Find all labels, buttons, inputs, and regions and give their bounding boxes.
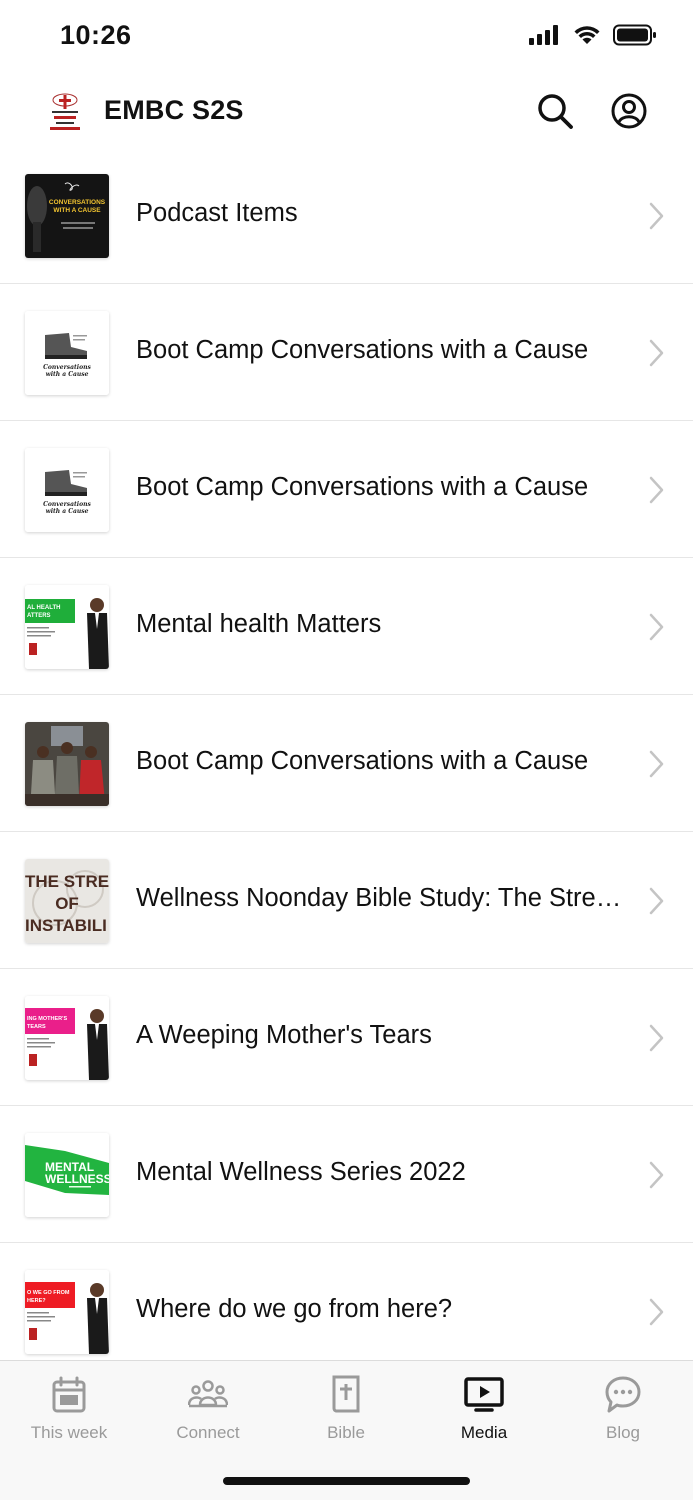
media-item-title: Mental Wellness Series 2022 — [136, 1158, 466, 1186]
svg-text:ING MOTHER'S: ING MOTHER'S — [27, 1016, 67, 1022]
wifi-icon — [574, 26, 600, 44]
media-list-item[interactable]: CONVERSATIONS WITH A CAUSE Podcast Items — [0, 147, 693, 284]
media-list-item[interactable]: ING MOTHER'S TEARS A Weeping Mother's Te… — [0, 969, 693, 1106]
tab-label: This week — [30, 1423, 108, 1442]
chevron-right-icon — [649, 1024, 664, 1052]
bible-icon — [332, 1375, 360, 1413]
chevron-right-icon — [649, 339, 664, 367]
svg-text:OF: OF — [55, 894, 79, 913]
group-photo-thumbnail — [25, 722, 109, 806]
chevron-right-icon — [649, 613, 664, 641]
app-header: EMBC S2S — [0, 76, 693, 148]
tab-label: Media — [460, 1423, 508, 1442]
status-time: 10:26 — [60, 20, 132, 50]
svg-text:THE STRE: THE STRE — [25, 872, 109, 891]
media-item-title: Podcast Items — [136, 199, 298, 227]
podcast-thumbnail: CONVERSATIONS WITH A CAUSE — [25, 174, 109, 258]
media-item-title: Mental health Matters — [136, 610, 382, 638]
tab-label: Bible — [327, 1423, 365, 1442]
media-item-title: Boot Camp Conversations with a Cause — [136, 336, 589, 364]
boot-camp-thumbnail: Conversations with a Cause — [25, 448, 109, 532]
app-title: EMBC S2S — [104, 95, 244, 125]
svg-text:WELLNESS: WELLNESS — [45, 1172, 109, 1186]
chevron-right-icon — [649, 1298, 664, 1326]
tab-connect[interactable]: Connect — [143, 1375, 273, 1455]
home-indicator[interactable] — [223, 1477, 470, 1485]
chevron-right-icon — [649, 1161, 664, 1189]
svg-text:Conversations: Conversations — [43, 501, 91, 508]
stress-of-instability-thumbnail: THE STRE OF INSTABILI — [25, 859, 109, 943]
tab-bible[interactable]: Bible — [281, 1375, 411, 1455]
search-icon[interactable] — [535, 91, 575, 131]
media-list-item[interactable]: Boot Camp Conversations with a Cause — [0, 695, 693, 832]
chevron-right-icon — [649, 887, 664, 915]
svg-text:with a Cause: with a Cause — [46, 508, 89, 515]
svg-text:HERE?: HERE? — [27, 1298, 46, 1304]
where-do-we-go-thumbnail: O WE GO FROM HERE? — [25, 1270, 109, 1354]
calendar-icon — [52, 1376, 86, 1413]
chevron-right-icon — [649, 750, 664, 778]
svg-text:with a Cause: with a Cause — [46, 371, 89, 378]
mental-wellness-thumbnail: MENTAL WELLNESS — [25, 1133, 109, 1217]
people-icon — [188, 1380, 228, 1408]
chevron-right-icon — [649, 202, 664, 230]
media-list: CONVERSATIONS WITH A CAUSE Podcast Items… — [0, 147, 693, 1360]
media-play-icon — [464, 1377, 504, 1412]
svg-text:INSTABILI: INSTABILI — [25, 916, 107, 935]
tab-blog[interactable]: Blog — [558, 1375, 688, 1455]
media-list-item[interactable]: AL HEALTH ATTERS Mental health Matters — [0, 558, 693, 695]
svg-text:CONVERSATIONS: CONVERSATIONS — [49, 199, 106, 206]
status-bar: 10:26 — [0, 0, 693, 76]
media-item-title: Where do we go from here? — [136, 1295, 453, 1323]
media-list-item[interactable]: O WE GO FROM HERE? Where do we go from h… — [0, 1243, 693, 1360]
church-logo-icon[interactable] — [48, 92, 82, 132]
media-item-title: A Weeping Mother's Tears — [136, 1021, 432, 1049]
svg-text:ATTERS: ATTERS — [27, 613, 51, 619]
media-item-title: Boot Camp Conversations with a Cause — [136, 473, 589, 501]
tab-this-week[interactable]: This week — [4, 1375, 134, 1455]
media-list-item[interactable]: MENTAL WELLNESS Mental Wellness Series 2… — [0, 1106, 693, 1243]
profile-icon[interactable] — [609, 91, 649, 131]
media-item-title: Boot Camp Conversations with a Cause — [136, 747, 589, 775]
status-icons — [529, 24, 657, 46]
boot-camp-thumbnail: Conversations with a Cause — [25, 311, 109, 395]
svg-text:O WE GO FROM: O WE GO FROM — [27, 1290, 70, 1296]
svg-text:TEARS: TEARS — [27, 1024, 46, 1030]
media-list-item[interactable]: THE STRE OF INSTABILI Wellness Noonday B… — [0, 832, 693, 969]
chat-bubble-icon — [605, 1376, 641, 1413]
cellular-signal-icon — [529, 25, 558, 45]
tab-label: Blog — [605, 1423, 641, 1442]
chevron-right-icon — [649, 476, 664, 504]
mental-health-thumbnail: AL HEALTH ATTERS — [25, 585, 109, 669]
media-item-title: Wellness Noonday Bible Study: The Stress… — [136, 884, 628, 912]
tab-label: Connect — [176, 1423, 240, 1442]
battery-icon — [613, 24, 656, 46]
svg-text:WITH A CAUSE: WITH A CAUSE — [53, 207, 101, 214]
media-list-item[interactable]: Conversations with a Cause Boot Camp Con… — [0, 421, 693, 558]
tab-media[interactable]: Media — [419, 1375, 549, 1455]
svg-text:Conversations: Conversations — [43, 364, 91, 371]
media-list-item[interactable]: Conversations with a Cause Boot Camp Con… — [0, 284, 693, 421]
svg-text:AL HEALTH: AL HEALTH — [27, 605, 60, 611]
weeping-mother-thumbnail: ING MOTHER'S TEARS — [25, 996, 109, 1080]
